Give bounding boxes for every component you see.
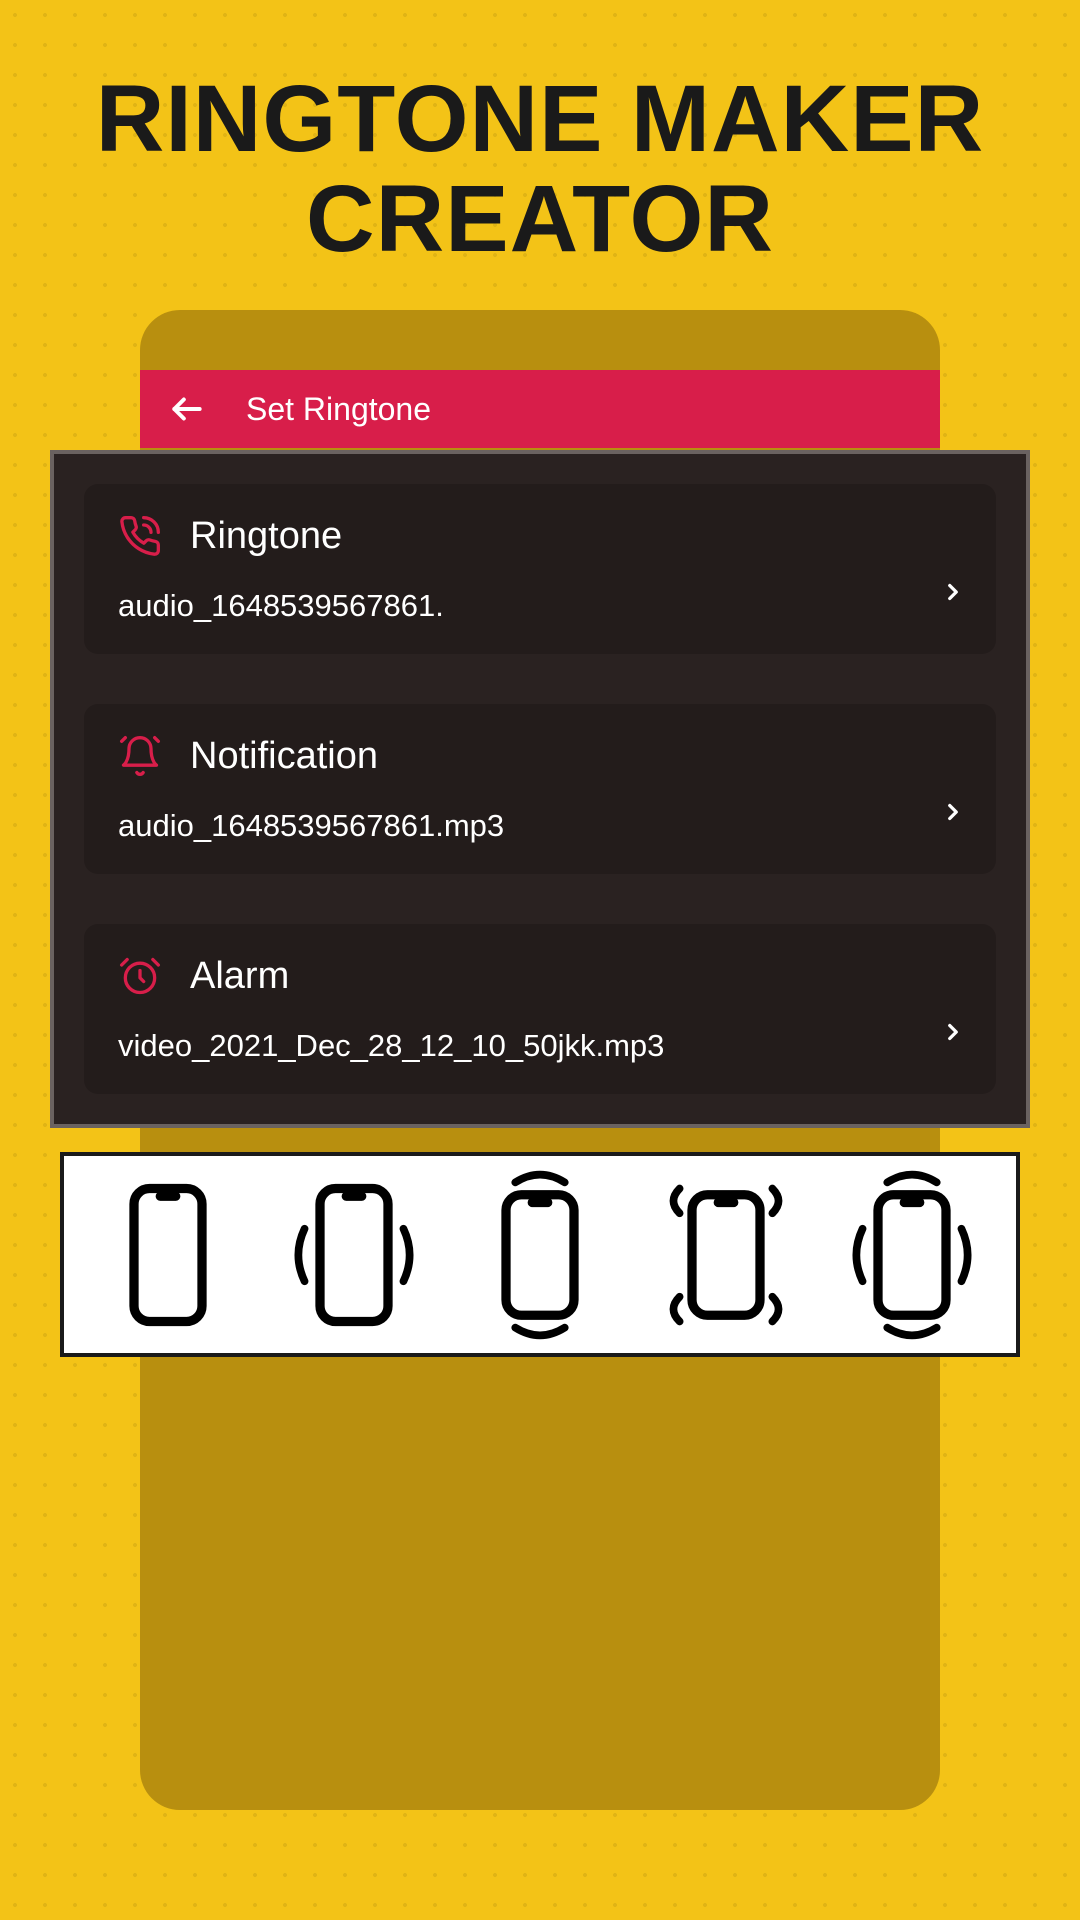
phone-vibration-illustration [60,1152,1020,1357]
chevron-right-icon [940,1019,966,1050]
phone-ring-loud-icon [822,1165,1002,1345]
notification-setting-card[interactable]: Notification audio_1648539567861.mp3 [84,704,996,874]
hero-line-1: RINGTONE MAKER [0,70,1080,170]
alarm-clock-icon [118,954,162,998]
setting-value: audio_1648539567861. [118,588,962,624]
card-header: Ringtone [118,514,962,558]
back-arrow-icon[interactable] [168,390,206,428]
setting-value: audio_1648539567861.mp3 [118,808,962,844]
setting-title: Ringtone [190,515,342,558]
app-bar: Set Ringtone [140,370,940,448]
bell-icon [118,734,162,778]
card-header: Notification [118,734,962,778]
phone-silent-icon [78,1165,258,1345]
hero-line-2: CREATOR [0,170,1080,270]
app-bar-title: Set Ringtone [246,391,431,428]
promo-stage: RINGTONE MAKER CREATOR Set Ringtone [0,0,1080,1920]
setting-title: Notification [190,735,378,778]
setting-title: Alarm [190,955,289,998]
chevron-right-icon [940,799,966,830]
chevron-right-icon [940,579,966,610]
alarm-setting-card[interactable]: Alarm video_2021_Dec_28_12_10_50jkk.mp3 [84,924,996,1094]
phone-ring-side-icon [264,1165,444,1345]
setting-value: video_2021_Dec_28_12_10_50jkk.mp3 [118,1028,962,1064]
phone-ring-icon [118,514,162,558]
settings-panel: Ringtone audio_1648539567861. Notific [50,450,1030,1128]
ringtone-setting-card[interactable]: Ringtone audio_1648539567861. [84,484,996,654]
hero-title: RINGTONE MAKER CREATOR [0,70,1080,270]
card-header: Alarm [118,954,962,998]
phone-shake-icon [636,1165,816,1345]
phone-vibrate-vertical-icon [450,1165,630,1345]
